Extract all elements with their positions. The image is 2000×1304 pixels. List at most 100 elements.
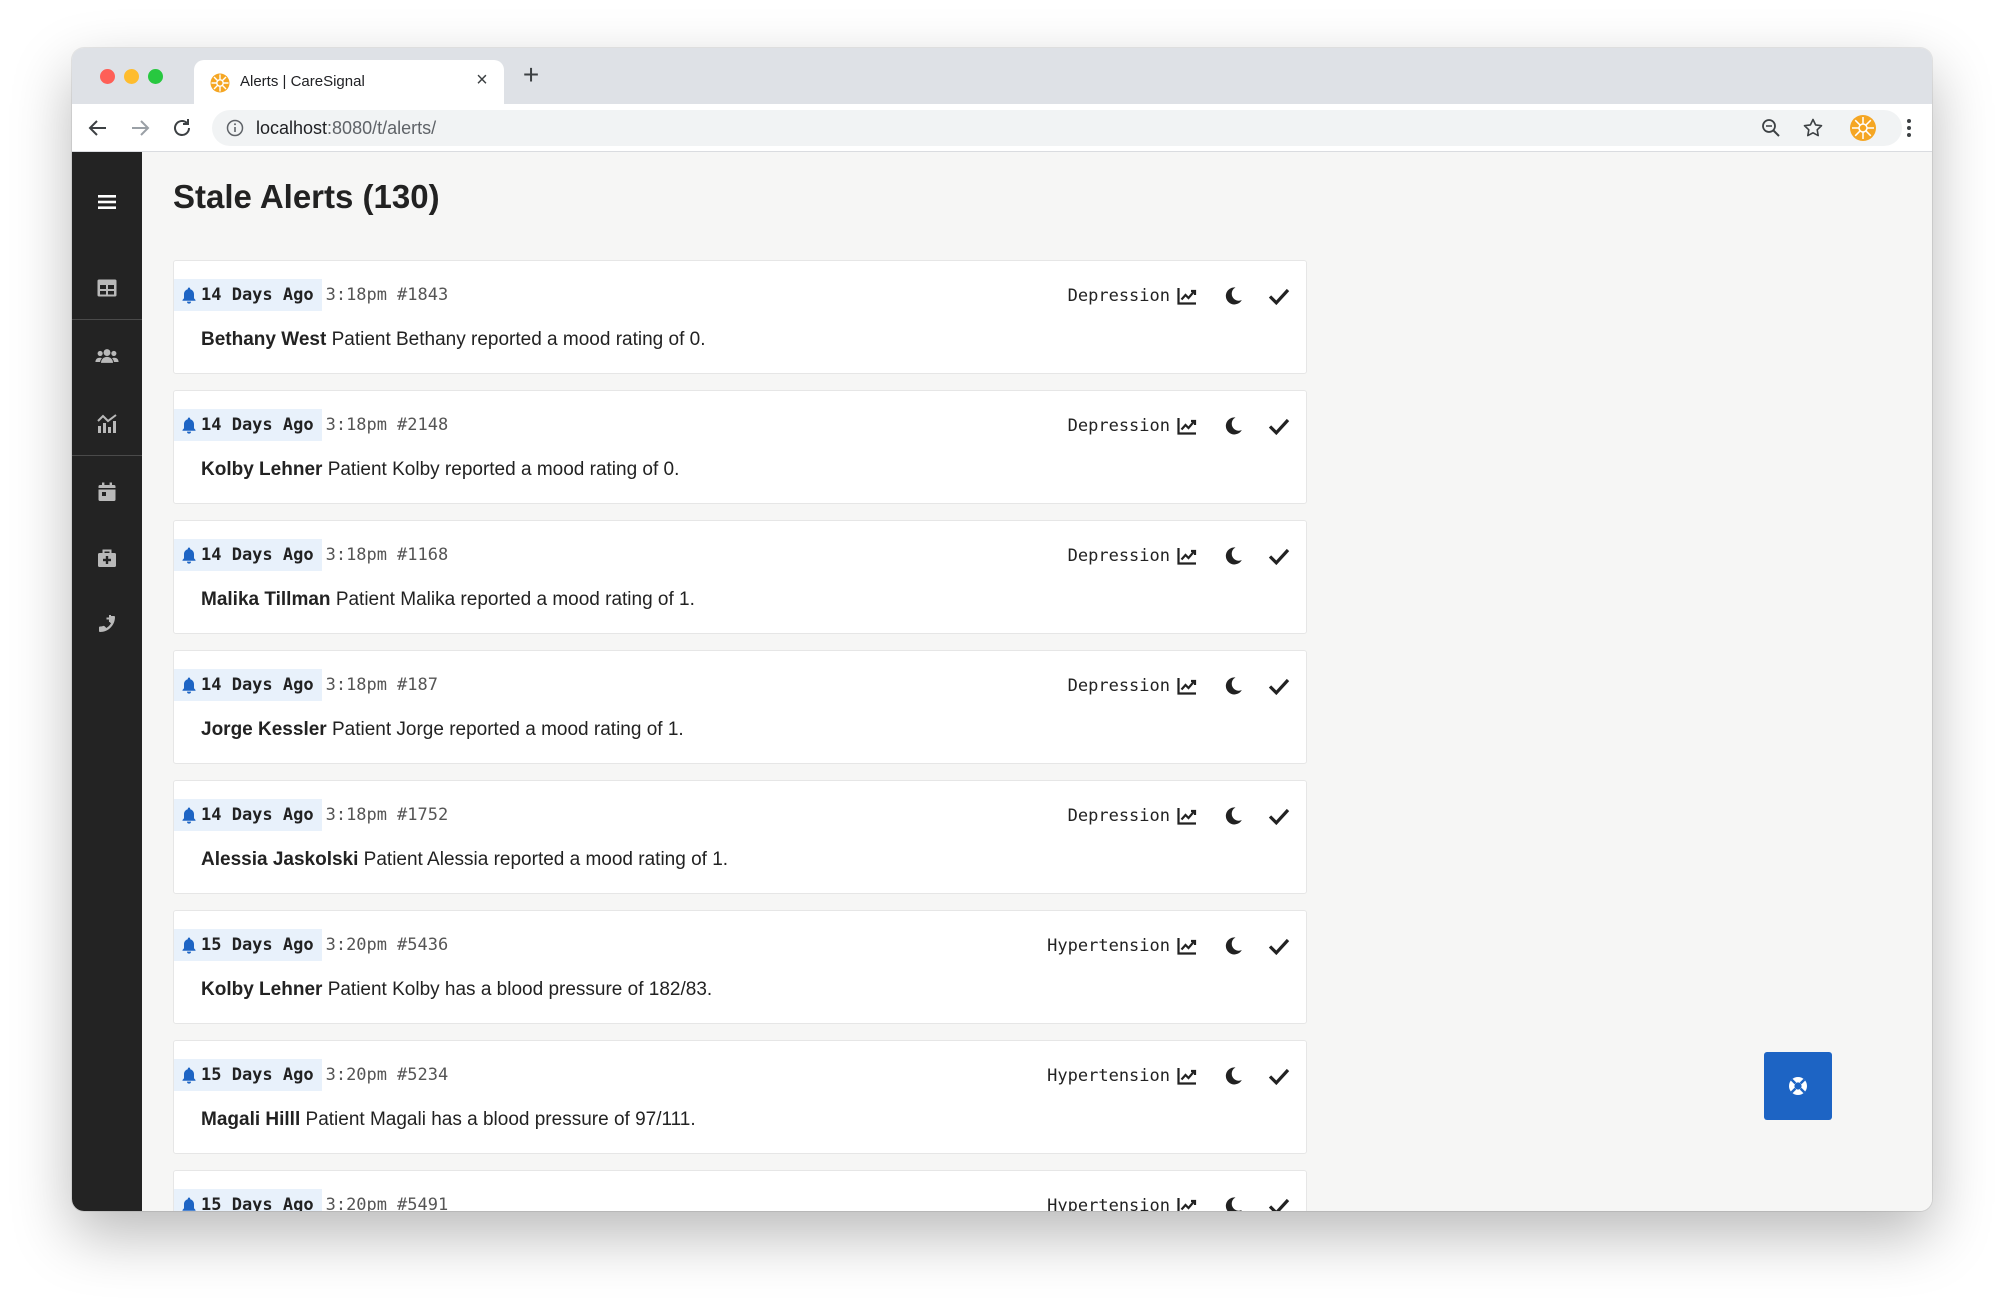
resolve-check-icon[interactable] bbox=[1268, 1065, 1290, 1087]
alert-actions: Depression bbox=[1068, 411, 1290, 441]
alert-header: 14 Days Ago 3:18pm #1843 bbox=[174, 279, 448, 311]
snooze-moon-icon[interactable] bbox=[1222, 1065, 1244, 1087]
browser-window: Alerts | CareSignal × + localhost:8080/t… bbox=[72, 48, 1932, 1211]
trend-chart-icon[interactable] bbox=[1176, 935, 1198, 957]
sidebar-item-patients[interactable] bbox=[72, 326, 142, 386]
minimize-window-button[interactable] bbox=[124, 69, 139, 84]
sidebar-item-medical[interactable] bbox=[72, 528, 142, 588]
sidebar-item-calendar[interactable] bbox=[72, 462, 142, 522]
patient-name[interactable]: Jorge Kessler bbox=[201, 719, 327, 740]
alert-card: 14 Days Ago 3:18pm #2148 Depression Kolb… bbox=[173, 390, 1307, 504]
alert-message: Patient Kolby has a blood pressure of 18… bbox=[327, 979, 713, 1000]
alert-header: 14 Days Ago 3:18pm #2148 bbox=[174, 409, 448, 441]
resolve-check-icon[interactable] bbox=[1268, 675, 1290, 697]
address-bar[interactable]: localhost:8080/t/alerts/ bbox=[212, 110, 1902, 146]
bell-icon bbox=[182, 1067, 196, 1084]
snooze-moon-icon[interactable] bbox=[1222, 805, 1244, 827]
alert-id: #5234 bbox=[397, 1065, 449, 1085]
sidebar-item-calls[interactable] bbox=[72, 594, 142, 654]
alert-actions: Hypertension bbox=[1047, 931, 1290, 961]
medical-kit-icon bbox=[98, 549, 116, 567]
forward-icon[interactable] bbox=[128, 116, 152, 140]
alert-body: Alessia Jaskolski Patient Alessia report… bbox=[201, 849, 728, 871]
alert-header: 14 Days Ago 3:18pm #187 bbox=[174, 669, 438, 701]
tab-title: Alerts | CareSignal bbox=[240, 73, 365, 90]
snooze-moon-icon[interactable] bbox=[1222, 545, 1244, 567]
patient-name[interactable]: Bethany West bbox=[201, 329, 326, 350]
sidebar-item-analytics[interactable] bbox=[72, 394, 142, 454]
patient-name[interactable]: Malika Tillman bbox=[201, 589, 331, 610]
sidebar-item-dashboard[interactable] bbox=[72, 258, 142, 318]
maximize-window-button[interactable] bbox=[148, 69, 163, 84]
close-window-button[interactable] bbox=[100, 69, 115, 84]
tab-close-icon[interactable]: × bbox=[472, 69, 492, 92]
help-button[interactable] bbox=[1764, 1052, 1832, 1120]
alert-age-badge: 14 Days Ago bbox=[174, 279, 322, 311]
trend-chart-icon[interactable] bbox=[1176, 415, 1198, 437]
snooze-moon-icon[interactable] bbox=[1222, 675, 1244, 697]
patient-name[interactable]: Kolby Lehner bbox=[201, 459, 322, 480]
alert-condition: Depression bbox=[1067, 676, 1170, 696]
alert-age-badge: 14 Days Ago bbox=[174, 539, 322, 571]
resolve-check-icon[interactable] bbox=[1268, 1195, 1290, 1211]
alert-age: 15 Days Ago bbox=[201, 1065, 314, 1085]
alert-actions: Hypertension bbox=[1047, 1061, 1290, 1091]
alert-message: Patient Magali has a blood pressure of 9… bbox=[305, 1109, 696, 1130]
alert-condition: Depression bbox=[1067, 546, 1170, 566]
alert-body: Malika Tillman Patient Malika reported a… bbox=[201, 589, 695, 611]
alert-message: Patient Jorge reported a mood rating of … bbox=[331, 719, 684, 740]
alert-id: #1843 bbox=[397, 285, 449, 305]
trend-chart-icon[interactable] bbox=[1176, 1065, 1198, 1087]
sidebar-divider bbox=[72, 319, 142, 320]
alert-id: #187 bbox=[397, 675, 438, 695]
bell-icon bbox=[182, 677, 196, 694]
sidebar-menu-button[interactable] bbox=[72, 172, 142, 232]
trend-chart-icon[interactable] bbox=[1176, 545, 1198, 567]
profile-avatar-icon[interactable] bbox=[1850, 115, 1876, 141]
alert-card: 15 Days Ago 3:20pm #5491 Hypertension bbox=[173, 1170, 1307, 1211]
zoom-icon[interactable] bbox=[1760, 117, 1782, 139]
patient-name[interactable]: Alessia Jaskolski bbox=[201, 849, 358, 870]
alert-condition: Hypertension bbox=[1047, 936, 1170, 956]
resolve-check-icon[interactable] bbox=[1268, 545, 1290, 567]
resolve-check-icon[interactable] bbox=[1268, 415, 1290, 437]
alert-age: 15 Days Ago bbox=[201, 935, 314, 955]
trend-chart-icon[interactable] bbox=[1176, 1195, 1198, 1211]
resolve-check-icon[interactable] bbox=[1268, 805, 1290, 827]
alert-time: 3:18pm bbox=[325, 415, 388, 435]
trend-chart-icon[interactable] bbox=[1176, 675, 1198, 697]
patient-name[interactable]: Kolby Lehner bbox=[201, 979, 322, 1000]
snooze-moon-icon[interactable] bbox=[1222, 285, 1244, 307]
alert-id: #1752 bbox=[397, 805, 449, 825]
site-info-icon[interactable] bbox=[226, 119, 244, 137]
alert-body: Kolby Lehner Patient Kolby reported a mo… bbox=[201, 459, 679, 481]
alert-message: Patient Malika reported a mood rating of… bbox=[335, 589, 695, 610]
trend-chart-icon[interactable] bbox=[1176, 805, 1198, 827]
alert-id: #5491 bbox=[397, 1195, 449, 1211]
alert-message: Patient Alessia reported a mood rating o… bbox=[363, 849, 729, 870]
alert-message: Patient Bethany reported a mood rating o… bbox=[331, 329, 706, 350]
browser-toolbar: localhost:8080/t/alerts/ bbox=[72, 104, 1932, 152]
reload-icon[interactable] bbox=[170, 116, 194, 140]
resolve-check-icon[interactable] bbox=[1268, 285, 1290, 307]
bookmark-star-icon[interactable] bbox=[1802, 117, 1824, 139]
new-tab-button[interactable]: + bbox=[516, 60, 546, 90]
alert-time: 3:20pm bbox=[325, 935, 388, 955]
alert-age-badge: 15 Days Ago bbox=[174, 1189, 322, 1211]
resolve-check-icon[interactable] bbox=[1268, 935, 1290, 957]
calendar-icon bbox=[98, 482, 116, 501]
patient-name[interactable]: Magali Hilll bbox=[201, 1109, 300, 1130]
alert-actions: Depression bbox=[1068, 671, 1290, 701]
back-icon[interactable] bbox=[86, 116, 110, 140]
bell-icon bbox=[182, 287, 196, 304]
trend-chart-icon[interactable] bbox=[1176, 285, 1198, 307]
browser-tab-alerts[interactable]: Alerts | CareSignal × bbox=[194, 60, 504, 104]
snooze-moon-icon[interactable] bbox=[1222, 415, 1244, 437]
snooze-moon-icon[interactable] bbox=[1222, 935, 1244, 957]
alert-card: 14 Days Ago 3:18pm #1843 Depression Beth… bbox=[173, 260, 1307, 374]
snooze-moon-icon[interactable] bbox=[1222, 1195, 1244, 1211]
bell-icon bbox=[182, 547, 196, 564]
alert-id: #5436 bbox=[397, 935, 449, 955]
browser-menu-icon[interactable] bbox=[1897, 116, 1921, 140]
alert-actions: Depression bbox=[1068, 541, 1290, 571]
